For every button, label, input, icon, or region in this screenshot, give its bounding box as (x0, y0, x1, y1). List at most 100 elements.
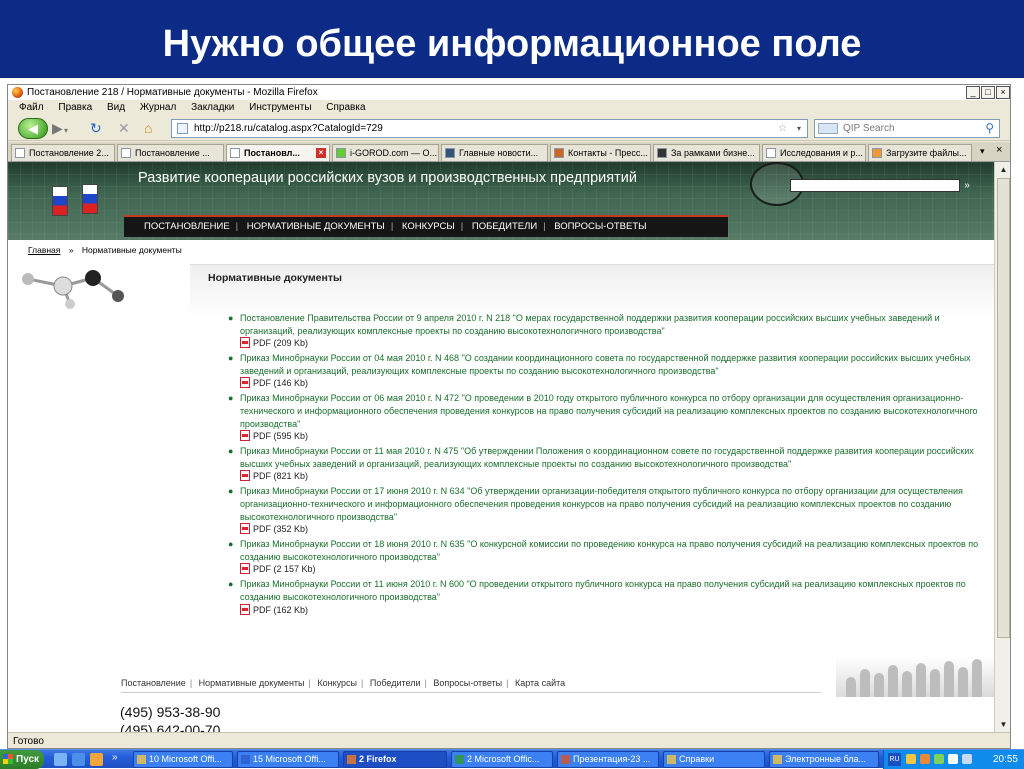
tab-9[interactable]: Загрузите файлы... (868, 144, 972, 161)
site-search-button[interactable]: » (961, 179, 973, 192)
show-desktop-icon[interactable] (54, 753, 67, 766)
tray-icon[interactable] (920, 754, 930, 764)
document-link[interactable]: ● Приказ Минобрнауки России от 17 июня 20… (228, 485, 980, 523)
pdf-icon (240, 377, 250, 389)
tray-icon[interactable] (934, 754, 944, 764)
close-tab-icon[interactable]: × (996, 144, 1002, 156)
tab-7[interactable]: За рамками бизне... (653, 144, 760, 161)
menu-history[interactable]: Журнал (140, 102, 177, 113)
address-bar[interactable]: http://p218.ru/catalog.aspx?CatalogId=72… (171, 119, 808, 138)
tab-4[interactable]: i-GOROD.com — О... (332, 144, 439, 161)
tab-1[interactable]: Постановление 2... (11, 144, 115, 161)
taskbar-task[interactable]: Презентация-23 ... (557, 751, 659, 768)
page-icon (15, 148, 25, 158)
status-bar: Готово (8, 732, 1010, 748)
footer-link[interactable]: Нормативные документы (199, 678, 305, 688)
taskbar-task[interactable]: Справки (663, 751, 765, 768)
reload-icon[interactable]: ↻ (90, 120, 102, 136)
back-arrow-icon[interactable]: ◀ (18, 118, 48, 139)
footer-divider (121, 692, 821, 693)
scroll-down-icon[interactable]: ▼ (997, 718, 1010, 731)
document-link[interactable]: ● Приказ Минобрнауки России от 06 мая 201… (228, 392, 980, 430)
scroll-up-icon[interactable]: ▲ (997, 163, 1010, 176)
vertical-scrollbar[interactable]: ▲ ▼ (994, 162, 1010, 732)
footer-link[interactable]: Победители (370, 678, 421, 688)
footer-link[interactable]: Конкурсы (317, 678, 357, 688)
home-icon[interactable]: ⌂ (144, 120, 152, 136)
taskbar-task[interactable]: 15 Microsoft Offi... (237, 751, 339, 768)
tab-list-icon[interactable]: ▾ (980, 146, 985, 157)
tab-8[interactable]: Исследования и р... (762, 144, 866, 161)
taskbar-task[interactable]: Электронные бла... (769, 751, 879, 768)
ie-icon[interactable] (72, 753, 85, 766)
media-icon[interactable] (90, 753, 103, 766)
menu-tools[interactable]: Инструменты (249, 102, 311, 113)
taskbar-task-active[interactable]: 2 Firefox (343, 751, 447, 768)
tab-6[interactable]: Контакты - Пресс... (550, 144, 651, 161)
url-dropdown-icon[interactable]: ▾ (797, 120, 801, 137)
menu-help[interactable]: Справка (326, 102, 365, 113)
volume-icon[interactable] (962, 754, 972, 764)
topnav-contests[interactable]: КОНКУРСЫ (402, 221, 455, 232)
taskbar-task[interactable]: 10 Microsoft Offi... (133, 751, 233, 768)
quicklaunch-more-icon[interactable]: » (112, 752, 118, 763)
russia-flag-icon (82, 184, 98, 214)
menu-view[interactable]: Вид (107, 102, 125, 113)
taskbar-task[interactable]: 2 Microsoft Offic... (451, 751, 553, 768)
language-indicator[interactable]: RU (888, 753, 901, 766)
site-search-input[interactable] (790, 179, 960, 192)
menu-bookmarks[interactable]: Закладки (191, 102, 234, 113)
tab-3-active[interactable]: Постановл... × (226, 144, 330, 161)
start-button[interactable]: Пуск (0, 750, 44, 769)
close-button[interactable]: × (996, 86, 1010, 99)
breadcrumb-home[interactable]: Главная (28, 245, 60, 255)
document-link[interactable]: ● Приказ Минобрнауки России от 18 июня 20… (228, 538, 980, 563)
pdf-link[interactable]: PDF (146 Kb) (228, 377, 980, 390)
tab-5[interactable]: Главные новости... (441, 144, 548, 161)
tray-icon[interactable] (906, 754, 916, 764)
pdf-link[interactable]: PDF (162 Kb) (228, 603, 980, 617)
search-engine-icon[interactable] (818, 123, 838, 134)
pdf-link[interactable]: PDF (352 Kb) (228, 523, 980, 536)
scroll-thumb[interactable] (997, 178, 1010, 638)
topnav-docs[interactable]: НОРМАТИВНЫЕ ДОКУМЕНТЫ (247, 221, 385, 232)
site-banner: Развитие кооперации российских вузов и п… (8, 162, 994, 240)
menu-file[interactable]: Файл (19, 102, 44, 113)
tab-label: i-GOROD.com — О... (350, 148, 438, 158)
tray-icon[interactable] (948, 754, 958, 764)
search-icon[interactable]: ⚲ (985, 120, 994, 137)
menu-edit[interactable]: Правка (58, 102, 92, 113)
search-input[interactable]: QIP Search ⚲ (814, 119, 1000, 138)
tab-label: За рамками бизне... (671, 148, 755, 158)
search-placeholder: QIP Search (843, 123, 895, 134)
pdf-link[interactable]: PDF (2 157 Kb) (228, 563, 980, 576)
document-link[interactable]: ● Приказ Минобрнауки России от 11 июня 20… (228, 578, 980, 603)
document-link[interactable]: ● Приказ Минобрнауки России от 04 мая 201… (228, 352, 980, 377)
upload-icon (872, 148, 882, 158)
footer-link[interactable]: Карта сайта (515, 678, 565, 688)
history-dropdown-icon[interactable]: ▾ (64, 123, 68, 139)
document-link[interactable]: ● Приказ Минобрнауки России от 11 мая 201… (228, 445, 980, 470)
minimize-button[interactable]: _ (966, 86, 980, 99)
powerpoint-icon (561, 755, 570, 764)
pdf-link[interactable]: PDF (821 Kb) (228, 470, 980, 483)
topnav-decree[interactable]: ПОСТАНОВЛЕНИЕ (144, 221, 230, 232)
window-titlebar[interactable]: Постановление 218 / Нормативные документ… (8, 85, 1010, 100)
bookmark-star-icon[interactable]: ☆ (778, 120, 787, 137)
maximize-button[interactable]: □ (981, 86, 995, 99)
igorod-icon (336, 148, 346, 158)
tab-2[interactable]: Постановление ... (117, 144, 224, 161)
document-link[interactable]: ● Постановление Правительства России от 9… (228, 312, 980, 337)
windows-logo-icon (3, 754, 13, 764)
footer-link[interactable]: Вопросы-ответы (433, 678, 502, 688)
tab-close-icon[interactable]: × (316, 148, 326, 158)
stop-icon[interactable]: ✕ (118, 120, 130, 136)
topnav-faq[interactable]: ВОПРОСЫ-ОТВЕТЫ (554, 221, 646, 232)
pdf-link[interactable]: PDF (209 Kb) (228, 337, 980, 350)
footer-link[interactable]: Постановление (121, 678, 186, 688)
pdf-link[interactable]: PDF (595 Kb) (228, 430, 980, 443)
forward-arrow-icon[interactable]: ▶ (52, 120, 63, 136)
menu-bar: Файл Правка Вид Журнал Закладки Инструме… (8, 100, 1010, 116)
topnav-winners[interactable]: ПОБЕДИТЕЛИ (472, 221, 537, 232)
tab-label: Постановление 2... (29, 148, 109, 158)
